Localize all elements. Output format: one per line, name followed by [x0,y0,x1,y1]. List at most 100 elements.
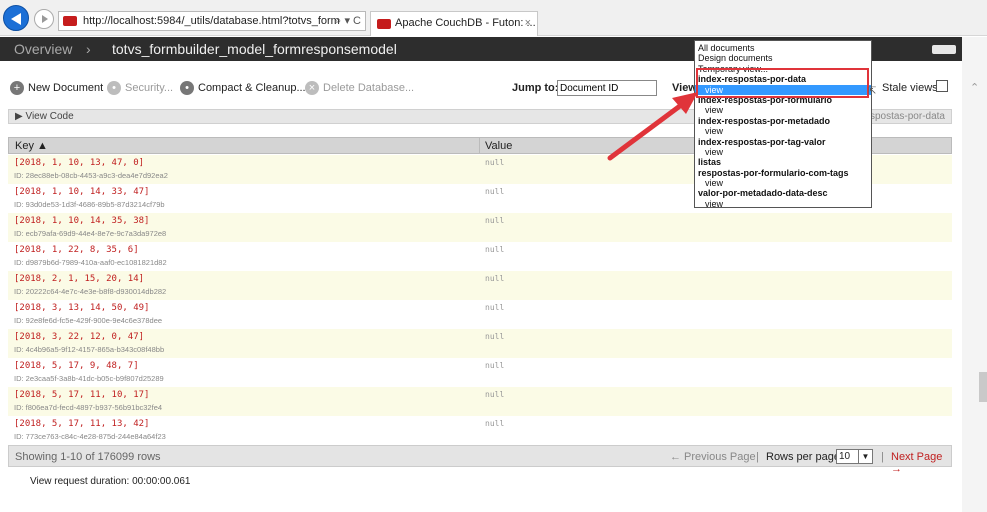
couchdb-favicon-icon [377,19,391,29]
row-document-id: ID: ecb79afa-69d9-44e4-8e7e-9c7a3da972e8 [14,229,167,238]
row-key-link[interactable]: [2018, 1, 10, 13, 47, 0] [14,158,144,168]
breadcrumb-overview[interactable]: Overview [14,41,72,57]
view-option[interactable]: index-respostas-por-metadado [695,116,871,126]
annotation-arrow-icon [607,92,698,161]
rows-per-page-select[interactable]: 10 ▼ [836,449,873,464]
rows-per-page-value: 10 [839,451,851,462]
view-request-duration: View request duration: 00:00:00.061 [30,476,191,487]
table-row[interactable]: [2018, 5, 17, 9, 48, 7] ID: 2e3caa5f-3a8b… [8,358,952,387]
row-document-id: ID: 20222c64-4e7c-4e3e-b8f8-d930014db282 [14,287,167,296]
breadcrumb-separator: › [86,41,91,57]
row-key-link[interactable]: [2018, 5, 17, 11, 13, 42] [14,419,149,429]
row-value: null [485,303,505,312]
pagination-separator: | [881,451,884,463]
table-row[interactable]: [2018, 1, 22, 8, 35, 6] ID: d9879b6d-7989… [8,242,952,271]
row-value: null [485,245,505,254]
breadcrumb-database: totvs_formbuilder_model_formresponsemode… [112,41,397,57]
tab-close-icon[interactable]: × [525,17,531,29]
delete-database-label: Delete Database... [323,82,415,94]
table-row[interactable]: [2018, 3, 13, 14, 50, 49] ID: 92e8fe6d-fc… [8,300,952,329]
compact-cleanup-button[interactable]: • Compact & Cleanup... [180,80,306,98]
row-key-link[interactable]: [2018, 5, 17, 9, 48, 7] [14,361,139,371]
table-row[interactable]: [2018, 5, 17, 11, 10, 17] ID: f806ea7d-fe… [8,387,952,416]
key-column-header[interactable]: Key ▲ [15,140,48,152]
stale-views-label: Stale views [882,82,938,94]
delete-icon: × [305,81,319,95]
previous-page-link[interactable]: ← Previous Page [670,451,756,463]
row-value: null [485,361,505,370]
address-controls[interactable]: ⌕ ▾ C [335,14,361,28]
chevron-down-icon: ▼ [858,450,872,463]
new-document-button[interactable]: + New Document [10,80,103,98]
compact-label: Compact & Cleanup... [198,82,306,94]
view-option[interactable]: respostas-por-formulario-com-tags [695,168,871,178]
forward-arrow-icon[interactable] [34,9,54,29]
value-column-header: Value [485,140,513,152]
row-key-link[interactable]: [2018, 3, 13, 14, 50, 49] [14,303,149,313]
view-option[interactable]: view [695,178,871,188]
address-bar[interactable]: http://localhost:5984/_utils/database.ht… [58,11,366,31]
back-arrow-icon[interactable] [3,5,29,31]
view-code-view-name: spostas-por-data [869,111,945,122]
view-option[interactable]: valor-por-metadado-data-desc [695,188,871,198]
delete-database-button[interactable]: × Delete Database... [305,80,414,98]
row-key-link[interactable]: [2018, 3, 22, 12, 0, 47] [14,332,144,342]
row-value: null [485,390,505,399]
plus-icon: + [10,81,24,95]
row-key-link[interactable]: [2018, 1, 22, 8, 35, 6] [14,245,139,255]
row-value: null [485,216,505,225]
page-scrollbar[interactable]: ⌃ [962,37,987,512]
view-option[interactable]: view [695,126,871,136]
new-document-label: New Document [28,82,104,94]
row-key-link[interactable]: [2018, 1, 10, 14, 33, 47] [14,187,149,197]
browser-chrome: http://localhost:5984/_utils/database.ht… [0,0,987,36]
row-key-link[interactable]: [2018, 2, 1, 15, 20, 14] [14,274,144,284]
scrollbar-thumb[interactable] [979,372,987,402]
view-option[interactable]: view [695,199,871,209]
view-option[interactable]: view [695,147,871,157]
view-option[interactable]: All documents [695,43,871,53]
security-button[interactable]: • Security... [107,80,173,98]
mouse-cursor-icon: ⇱ [868,86,877,97]
couchdb-favicon-icon [63,16,77,26]
row-document-id: ID: 2e3caa5f-3a8b-41dc-b05c-b9f807d25289 [14,374,164,383]
view-code-toggle[interactable]: ▶ View Code [15,111,74,122]
row-document-id: ID: f806ea7d-fecd-4897-b937-56b91bc32fe4 [14,403,163,412]
row-key-link[interactable]: [2018, 5, 17, 11, 10, 17] [14,390,149,400]
next-page-link[interactable]: Next Page → [891,451,951,475]
row-document-id: ID: d9879b6d-7989-410a-aaf0-ec1081821d82 [14,258,167,267]
view-option[interactable]: view [695,105,871,115]
row-document-id: ID: 28ec88eb-08cb-4453-a9c3-dea4e7d92ea2 [14,171,168,180]
address-url: http://localhost:5984/_utils/database.ht… [83,15,340,27]
view-option[interactable]: index-respostas-por-tag-valor [695,137,871,147]
pagination-bar: Showing 1-10 of 176099 rows ← Previous P… [8,445,952,475]
stale-views-checkbox[interactable] [936,80,948,92]
compact-icon: • [180,81,194,95]
row-document-id: ID: 93d0de53-1d3f-4686-89b5-87d3214cf79b [14,200,165,209]
row-document-id: ID: 773ce763-c84c-4e28-875d-244e84a64f23 [14,432,166,441]
lock-icon: • [107,81,121,95]
view-option[interactable]: Design documents [695,53,871,63]
table-row[interactable]: [2018, 2, 1, 15, 20, 14] ID: 20222c64-4e7… [8,271,952,300]
row-document-id: ID: 4c4b96a5-9f12-4157-865a-b343c08f48bb [14,345,165,354]
pagination-separator: | [756,451,759,463]
row-key-link[interactable]: [2018, 1, 10, 14, 35, 38] [14,216,149,226]
view-select-dropdown[interactable]: All documents Design documents Temporary v… [694,40,872,209]
view-option[interactable]: listas [695,157,871,167]
sidebar-toggle-icon[interactable] [932,45,956,54]
row-value: null [485,187,505,196]
row-value: null [485,274,505,283]
jump-to-label: Jump to: [512,82,559,94]
row-count-summary: Showing 1-10 of 176099 rows [15,451,161,463]
table-row[interactable]: [2018, 3, 22, 12, 0, 47] ID: 4c4b96a5-9f1… [8,329,952,358]
row-value: null [485,419,505,428]
row-value: null [485,158,505,167]
chevron-up-icon[interactable]: ⌃ [970,81,979,94]
table-row[interactable]: [2018, 1, 10, 14, 35, 38] ID: ecb79afa-69… [8,213,952,242]
row-document-id: ID: 92e8fe6d-fc5e-429f-900e-9e4c6e378dee [14,316,163,325]
table-row[interactable]: [2018, 5, 17, 11, 13, 42] ID: 773ce763-c8… [8,416,952,445]
security-label: Security... [125,82,174,94]
column-divider [479,138,480,154]
browser-tab[interactable]: Apache CouchDB - Futon: ... × [370,11,538,36]
rows-per-page-label: Rows per page: [766,451,844,463]
